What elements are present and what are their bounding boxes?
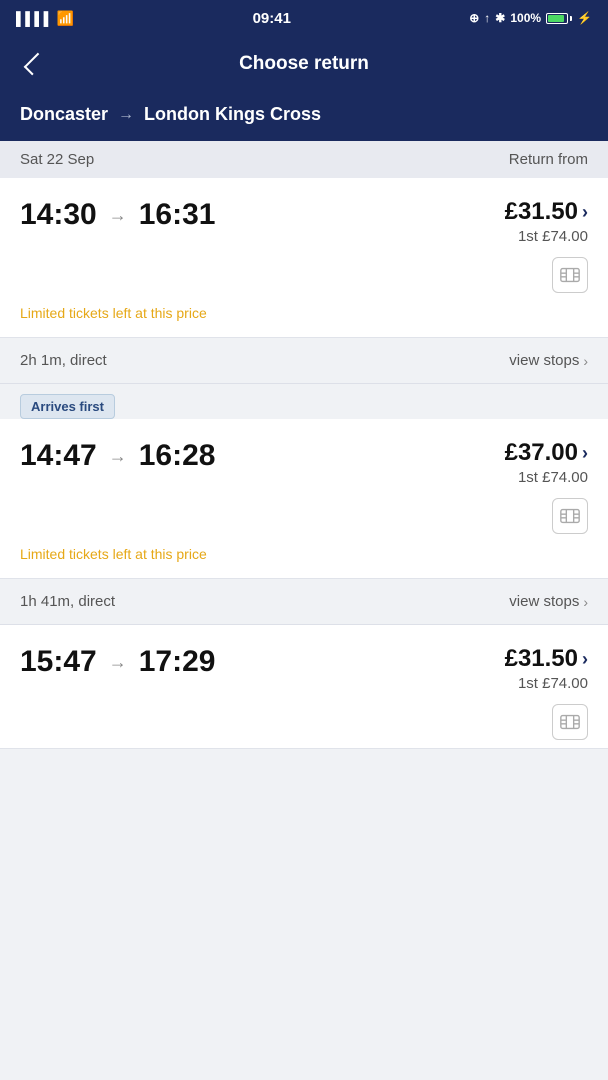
ticket-icon-1 bbox=[552, 257, 588, 293]
time-arrow-2: → bbox=[109, 446, 127, 467]
arrive-time-3: 17:29 bbox=[139, 645, 216, 679]
wifi-icon: 📶 bbox=[57, 10, 74, 27]
status-time: 09:41 bbox=[253, 10, 291, 27]
limited-tickets-2: Limited tickets left at this price bbox=[0, 542, 608, 578]
arrive-time-2: 16:28 bbox=[139, 439, 216, 473]
price-block-3: £31.50 › 1st £74.00 bbox=[505, 645, 588, 692]
ticket-icon-row-3 bbox=[0, 700, 608, 748]
journey-main-3: 15:47 → 17:29 £31.50 › 1st £74.00 bbox=[0, 625, 608, 700]
depart-time-3: 15:47 bbox=[20, 645, 97, 679]
duration-2: 1h 41m, direct bbox=[20, 593, 115, 610]
arrives-first-badge: Arrives first bbox=[20, 394, 115, 419]
back-button[interactable] bbox=[16, 48, 48, 80]
header: Choose return bbox=[0, 36, 608, 92]
stops-bar-2: 1h 41m, direct view stops › bbox=[0, 579, 608, 625]
ticket-icon-row-1 bbox=[0, 253, 608, 301]
charging-icon: ⚡ bbox=[577, 11, 592, 25]
signal-icon: ▌▌▌▌ bbox=[16, 11, 53, 26]
time-arrow-1: → bbox=[109, 205, 127, 226]
journey-card-1[interactable]: 14:30 → 16:31 £31.50 › 1st £74.00 Limi bbox=[0, 178, 608, 338]
view-stops-label-1: view stops bbox=[509, 352, 579, 369]
view-stops-chevron-2: › bbox=[583, 594, 588, 610]
price-main-3: £31.50 › bbox=[505, 645, 588, 673]
price-value-3: £31.50 bbox=[505, 645, 578, 673]
view-stops-label-2: view stops bbox=[509, 593, 579, 610]
ticket-icon-3 bbox=[552, 704, 588, 740]
price-block-1: £31.50 › 1st £74.00 bbox=[505, 198, 588, 245]
arrive-time-1: 16:31 bbox=[139, 198, 216, 232]
depart-time-2: 14:47 bbox=[20, 439, 97, 473]
journey-main-2: 14:47 → 16:28 £37.00 › 1st £74.00 bbox=[0, 419, 608, 494]
journey-card-2[interactable]: 14:47 → 16:28 £37.00 › 1st £74.00 Limi bbox=[0, 419, 608, 579]
status-bar: ▌▌▌▌ 📶 09:41 ⊕ ↑ ✱ 100% ⚡ bbox=[0, 0, 608, 36]
price-block-2: £37.00 › 1st £74.00 bbox=[505, 439, 588, 486]
arrives-first-row: Arrives first bbox=[0, 384, 608, 419]
origin-label: Doncaster bbox=[20, 104, 108, 125]
route-bar: Doncaster → London Kings Cross bbox=[0, 92, 608, 141]
duration-1: 2h 1m, direct bbox=[20, 352, 107, 369]
price-value-2: £37.00 bbox=[505, 439, 578, 467]
bluetooth-icon: ✱ bbox=[495, 11, 505, 25]
page-title: Choose return bbox=[48, 53, 560, 75]
stops-bar-1: 2h 1m, direct view stops › bbox=[0, 338, 608, 384]
arrow-up-icon: ↑ bbox=[484, 11, 490, 25]
location-icon: ⊕ bbox=[469, 11, 479, 25]
battery-percent: 100% bbox=[510, 11, 541, 25]
price-first-2: 1st £74.00 bbox=[505, 469, 588, 486]
journey-card-3[interactable]: 15:47 → 17:29 £31.50 › 1st £74.00 bbox=[0, 625, 608, 749]
price-first-3: 1st £74.00 bbox=[505, 675, 588, 692]
price-main-2: £37.00 › bbox=[505, 439, 588, 467]
journey-times-3: 15:47 → 17:29 bbox=[20, 645, 215, 679]
route-arrow-icon: → bbox=[118, 106, 134, 124]
date-bar: Sat 22 Sep Return from bbox=[0, 141, 608, 178]
ticket-icon-row-2 bbox=[0, 494, 608, 542]
return-from-label: Return from bbox=[509, 151, 588, 168]
battery-icon bbox=[546, 13, 572, 24]
price-chevron-2: › bbox=[582, 443, 588, 464]
time-arrow-3: → bbox=[109, 652, 127, 673]
limited-tickets-1: Limited tickets left at this price bbox=[0, 301, 608, 337]
view-stops-button-2[interactable]: view stops › bbox=[509, 593, 588, 610]
view-stops-chevron-1: › bbox=[583, 353, 588, 369]
price-chevron-1: › bbox=[582, 202, 588, 223]
back-arrow-icon bbox=[24, 53, 47, 76]
status-right: ⊕ ↑ ✱ 100% ⚡ bbox=[469, 11, 592, 25]
price-value-1: £31.50 bbox=[505, 198, 578, 226]
journey-date: Sat 22 Sep bbox=[20, 151, 94, 168]
destination-label: London Kings Cross bbox=[144, 104, 321, 125]
journey-times-2: 14:47 → 16:28 bbox=[20, 439, 215, 473]
price-chevron-3: › bbox=[582, 649, 588, 670]
journey-main-1: 14:30 → 16:31 £31.50 › 1st £74.00 bbox=[0, 178, 608, 253]
status-left: ▌▌▌▌ 📶 bbox=[16, 10, 74, 27]
depart-time-1: 14:30 bbox=[20, 198, 97, 232]
price-first-1: 1st £74.00 bbox=[505, 228, 588, 245]
journey-times-1: 14:30 → 16:31 bbox=[20, 198, 215, 232]
view-stops-button-1[interactable]: view stops › bbox=[509, 352, 588, 369]
ticket-icon-2 bbox=[552, 498, 588, 534]
price-main-1: £31.50 › bbox=[505, 198, 588, 226]
